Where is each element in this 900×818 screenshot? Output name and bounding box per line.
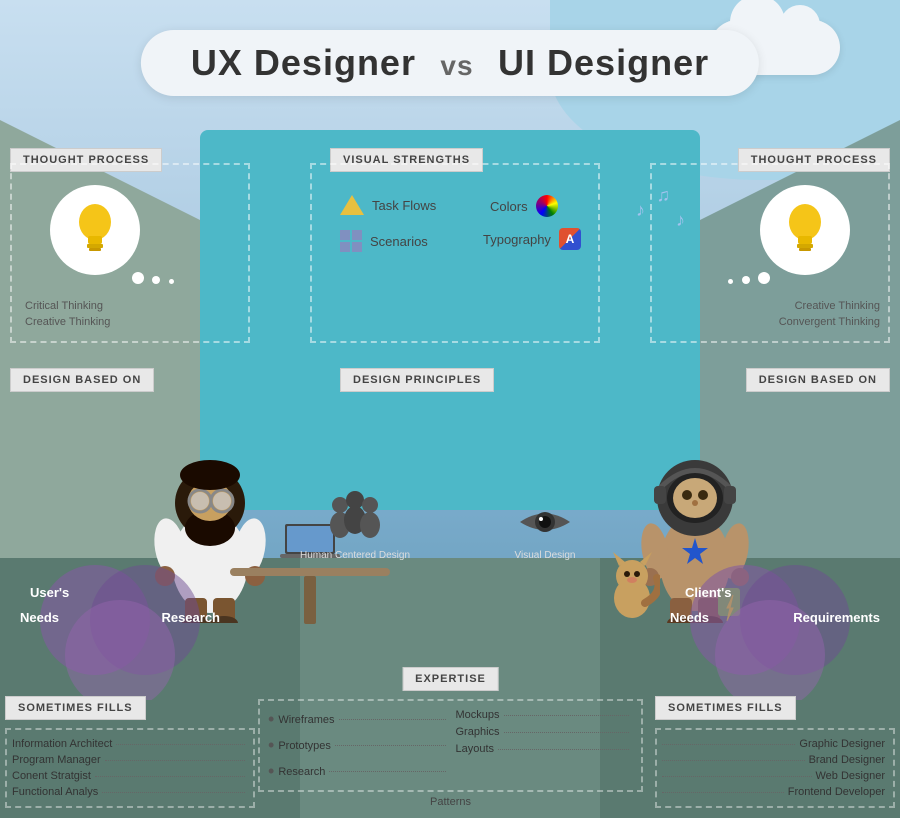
typography-icon: A	[559, 228, 581, 250]
sometimes-fills-left-section: SOMETIMES FILLS Information Architect Pr…	[5, 696, 255, 808]
title-pill: UX Designer vs UI Designer	[141, 30, 759, 96]
venn-ui-circle1: Client's	[685, 585, 731, 600]
expertise-graphics: Graphics	[456, 726, 634, 738]
thought-bubble-ui	[760, 185, 850, 275]
sf-right-item-3: Web Designer	[662, 770, 885, 782]
sometimes-fills-left-label: SOMETIMES FILLS	[5, 696, 146, 720]
pet-character	[605, 548, 660, 623]
venn-ui-needs: Needs	[670, 610, 709, 625]
sf-left-item-2: Program Manager	[12, 754, 245, 766]
music-note-1: ♪	[636, 200, 645, 221]
thought-dots-ui	[726, 270, 772, 291]
title-ui: UI Designer	[498, 42, 709, 83]
venn-diagram-ui: Client's Needs Requirements	[665, 560, 885, 700]
expertise-layouts: Layouts	[456, 743, 634, 755]
scenarios-item: Scenarios	[340, 230, 428, 252]
sf-right-item-2: Brand Designer	[662, 754, 885, 766]
design-principles-label: DESIGN PRINCIPLES	[340, 368, 494, 392]
expertise-mockups: Mockups	[456, 709, 634, 721]
design-based-on-left-label: DESIGN BASED ON	[10, 368, 154, 392]
expertise-right: Mockups Graphics Layouts	[456, 709, 634, 782]
title-ux: UX Designer	[191, 42, 416, 83]
expertise-prototypes: • Prototypes	[268, 735, 446, 756]
ux-thought-text: Critical Thinking Creative Thinking	[25, 300, 110, 328]
sf-left-item-3: Conent Stratgist	[12, 770, 245, 782]
visual-design: Visual Design	[490, 500, 600, 563]
sometimes-fills-right-section: SOMETIMES FILLS Graphic Designer Brand D…	[655, 696, 895, 808]
sometimes-fills-right-label: SOMETIMES FILLS	[655, 696, 796, 720]
sf-right-item-1: Graphic Designer	[662, 738, 885, 750]
expertise-section: EXPERTISE • Wireframes • Prototypes • Re…	[258, 667, 643, 808]
human-centered-design: Human Centered Design	[295, 490, 415, 563]
thought-bubble-ux	[50, 185, 140, 275]
sf-left-item-1: Information Architect	[12, 738, 245, 750]
music-note-3: ♪	[676, 210, 685, 231]
scenarios-icon	[340, 230, 362, 252]
music-note-2: ♫	[657, 185, 671, 206]
venn-diagram-ux: User's Needs Research	[15, 560, 235, 700]
venn-ux-circle1: User's	[30, 585, 69, 600]
expertise-left: • Wireframes • Prototypes • Research	[268, 709, 446, 782]
venn-ux-needs: Needs	[20, 610, 59, 625]
colors-item: Colors	[490, 195, 558, 217]
expertise-research: • Research	[268, 761, 446, 782]
visual-strengths-box	[310, 163, 600, 343]
title-vs: vs	[440, 50, 473, 81]
colors-icon	[536, 195, 558, 217]
expertise-label: EXPERTISE	[402, 667, 499, 691]
thought-dots-ux	[130, 270, 176, 291]
task-flows-item: Task Flows	[340, 195, 436, 215]
venn-ux-research: Research	[161, 610, 220, 625]
table-surface	[230, 568, 390, 623]
sf-right-item-4: Frontend Developer	[662, 786, 885, 798]
ui-thought-text: Creative Thinking Convergent Thinking	[779, 300, 880, 328]
expertise-patterns: Patterns	[258, 796, 643, 808]
typography-item: Typography A	[483, 228, 581, 250]
task-flows-icon	[340, 195, 364, 215]
expertise-wireframes: • Wireframes	[268, 709, 446, 730]
sf-left-item-4: Functional Analys	[12, 786, 245, 798]
venn-ui-requirements: Requirements	[793, 610, 880, 625]
design-based-on-right-label: DESIGN BASED ON	[746, 368, 890, 392]
